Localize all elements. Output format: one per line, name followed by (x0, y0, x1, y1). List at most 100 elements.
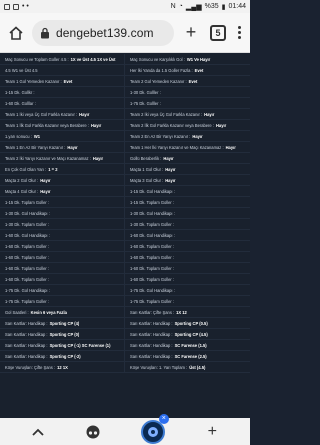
table-row: 1.yarı sonucu : W1 Team 2 En Az Bir Yarıyı… (0, 131, 250, 142)
table-row: Gol Saatleri : Kesin 6 veya Fazla Sarı Kar… (0, 307, 250, 318)
lock-icon (41, 27, 49, 38)
right-cell: 1-60 Dk. Toplam Goller : (125, 252, 250, 262)
market-label: 1-30 Dk. Gol Handikapı : (5, 211, 50, 216)
right-cell: 1-15 Dk. Gol Handikapı : (125, 186, 250, 196)
left-cell: 1-15 Dk. Toplam Goller : (0, 197, 125, 207)
left-cell: Team 1 İlk Gol Farkla Kazanır veya Berab… (0, 120, 125, 130)
market-label: Sarı Kartlar: Handikap : (5, 321, 48, 326)
left-cell: 1-60 Dk. Toplam Goller : (0, 263, 125, 273)
left-cell: Sarı Kartlar: Handikap : Sporting CP (-1)… (0, 340, 125, 350)
active-tab-bubble[interactable]: × (139, 413, 169, 445)
market-label: Köşe Vuruşları: Çifte Şans : (5, 365, 56, 370)
market-label: Gol Saatleri : (5, 310, 29, 315)
table-row: 1-60 Dk. Golllar : 1-75 Dk. Golller : (0, 98, 250, 109)
market-label: Team 1 İlk Gol Farkla Kazanır veya Berab… (5, 123, 89, 128)
browser-toolbar: dengebet139.com + 5 (0, 13, 250, 53)
notification-icon (4, 3, 10, 10)
table-row: 1-75 Dk. Gol Handikapı : 1-75 Dk. Gol Han… (0, 285, 250, 296)
right-cell: Sarı Kartlar: Handikap : Sporting CP (4.5… (125, 329, 250, 339)
market-label: Maçta 4 Gol Olur : (5, 189, 39, 194)
market-value: Hayır (165, 178, 176, 183)
left-cell: Maç Sonucu ve Toplam Goller 4.5 :1X ve Ü… (0, 54, 125, 64)
table-row: 1-60 Dk. Toplam Goller : 1-60 Dk. Toplam … (0, 241, 250, 252)
left-cell: En Çok Gol Olan Yarı :1 = 2 (0, 164, 125, 174)
market-value: Hayır (165, 167, 176, 172)
right-cell: Maç Sonucu ve Karşılıklı Gol : W1 Ve Hayı… (125, 54, 250, 64)
left-cell: Team 1 En Az Bir Yarıyı Kazanır : Hayır (0, 142, 125, 152)
market-value: Hayır (40, 189, 51, 194)
left-cell: 1-60 Dk. Gol Handikapı : (0, 230, 125, 240)
incognito-icon[interactable] (83, 422, 103, 442)
market-label: 1-60 Dk. Toplam Goller : (130, 244, 175, 249)
market-label: Maçta 1 Gol Olur : (130, 167, 164, 172)
right-cell: 1-60 Dk. Toplam Goller : (125, 263, 250, 273)
table-row: Köşe Vuruşları: Çifte Şans :12 1X Köşe Vu… (0, 362, 250, 373)
home-icon[interactable] (6, 23, 26, 43)
market-label: Sarı Kartlar: Çifte Şans : (130, 310, 175, 315)
browser-bottom-bar: × + (0, 413, 250, 445)
market-label: 1-75 Dk. Gol Handikapı : (130, 288, 175, 293)
market-value: Sporting CP (-1) SC Farense (1) (49, 343, 111, 348)
market-label: 1-30 Dk. Toplam Goller : (130, 222, 175, 227)
market-label: 1-75 Dk. Golller : (130, 101, 161, 106)
right-cell: 1-15 Dk. Toplam Goller : (125, 197, 250, 207)
new-tab-button[interactable]: + (180, 22, 202, 43)
table-row: Maç Sonucu ve Toplam Goller 4.5 :1X ve Ü… (0, 54, 250, 65)
close-icon[interactable]: × (158, 413, 169, 424)
left-cell: 1-60 Dk. Toplam Goller : (0, 274, 125, 284)
market-label: 1-60 Dk. Toplam Goller : (5, 244, 50, 249)
market-label: 1-60 Dk. Toplam Goller : (5, 255, 50, 260)
table-row: Team 1 En Az Bir Yarıyı Kazanır : Hayır Te… (0, 142, 250, 153)
market-value: Evet (194, 68, 204, 73)
left-cell: Team 1 İki veya Üç Gol Farkla Kazanır :H… (0, 109, 125, 119)
market-label: Sarı Kartlar: Handikap : (5, 343, 48, 348)
right-cell: 1-60 Dk. Toplam Goller : (125, 274, 250, 284)
market-label: 1-60 Dk. Toplam Goller : (5, 266, 50, 271)
right-cell: 1-60 Dk. Gol Handikapı : (125, 230, 250, 240)
market-label: Team 2 İki veya Üç Gol Farkla Kazanır : (130, 112, 203, 117)
left-cell: Maçta 2 Gol Olur : Hayır (0, 175, 125, 185)
right-cell: Sarı Kartlar: Çifte Şans :1X 12 (125, 307, 250, 317)
right-cell: Sarı Kartlar: Handikap : SC Farense (2.5) (125, 351, 250, 361)
left-cell: Maçta 4 Gol Olur : Hayır (0, 186, 125, 196)
market-label: 1-60 Dk. Gol Handikapı : (5, 233, 50, 238)
address-bar[interactable]: dengebet139.com (32, 19, 174, 46)
market-value: W1 (33, 134, 40, 139)
left-cell: 1.yarı sonucu : W1 (0, 131, 125, 141)
market-value: Sporting CP (4.5) (174, 332, 208, 337)
table-row: 1-60 Dk. Toplam Goller : 1-60 Dk. Toplam … (0, 274, 250, 285)
market-value: 1X 12 (176, 310, 187, 315)
market-label: 1-60 Dk. Toplam Goller : (130, 277, 175, 282)
market-value: SC Farense (2.5) (174, 354, 207, 359)
market-value: Hayır (40, 178, 51, 183)
right-cell: Sarı Kartlar: Handikap : SC Farense (1.5) (125, 340, 250, 350)
market-label: Team 1 Her İki Yarıyı Kazanır ve Maçı Ka… (130, 145, 224, 150)
market-label: 4.5 W1 ve Üst 4.5 (5, 68, 38, 73)
market-label: 1-15 Dk. Gol Handikapı : (130, 189, 175, 194)
market-value: 1 = 2 (48, 167, 58, 172)
left-cell: Sarı Kartlar: Handikap : Sporting CP (4) (0, 318, 125, 328)
left-cell: 1-30 Dk. Gol Handikapı : (0, 208, 125, 218)
tab-switcher-button[interactable]: 5 (210, 24, 226, 41)
table-row: 1-60 Dk. Toplam Goller : 1-60 Dk. Toplam … (0, 263, 250, 274)
right-cell: 1-30 Dk. Toplam Goller : (125, 219, 250, 229)
left-cell: 4.5 W1 ve Üst 4.5 (0, 65, 125, 75)
chevron-up-icon[interactable] (28, 422, 48, 442)
table-row: En Çok Gol Olan Yarı :1 = 2 Maçta 1 Gol O… (0, 164, 250, 175)
menu-icon[interactable] (234, 26, 244, 39)
market-value: Üst (4.5) (189, 365, 206, 370)
market-label: Team 2 İki Yarıyı Kazanır ve Maçı Kazana… (5, 156, 91, 161)
right-cell: Maçta 1 Gol Olur : Hayır (125, 164, 250, 174)
market-label: Team 2 En Az Bir Yarıyı Kazanır : (130, 134, 191, 139)
right-cell: 1-60 Dk. Toplam Goller : (125, 241, 250, 251)
market-value: Hayır (192, 134, 203, 139)
market-label: 1-60 Dk. Golllar : (5, 101, 36, 106)
table-row: Team 1 İlk Gol Farkla Kazanır veya Berab… (0, 120, 250, 131)
market-label: 1-30 Dk. Toplam Goller : (5, 222, 50, 227)
table-row: Maçta 2 Gol Olur : Hayır Maçta 3 Gol Olur … (0, 175, 250, 186)
status-bar: • • N ◔ ▂▄▆ %35 ▮ 01:44 (0, 0, 250, 13)
market-label: Gollü Beraberlik : (130, 156, 162, 161)
status-left: • • (4, 3, 29, 10)
table-row: 1-60 Dk. Toplam Goller : 1-60 Dk. Toplam … (0, 252, 250, 263)
plus-icon[interactable]: + (202, 422, 222, 442)
